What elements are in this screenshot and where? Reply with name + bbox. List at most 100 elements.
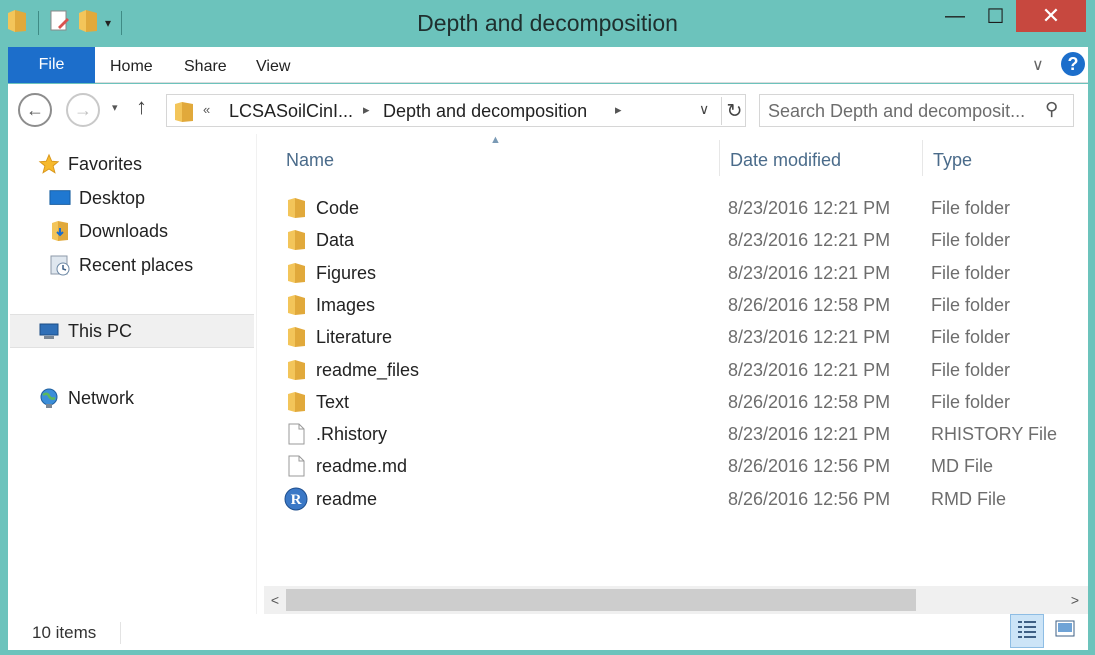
file-name: Text xyxy=(316,391,350,412)
sidebar-item-recent-places[interactable]: Recent places xyxy=(49,251,193,279)
search-input[interactable] xyxy=(768,99,1038,123)
file-date-modified: 8/26/2016 12:56 PM xyxy=(728,456,891,477)
folder-icon xyxy=(284,228,308,252)
file-date-modified: 8/23/2016 12:21 PM xyxy=(728,230,891,251)
large-icons-view-button[interactable] xyxy=(1048,614,1082,648)
large-icons-view-icon xyxy=(1054,619,1076,644)
file-type: File folder xyxy=(931,198,1011,218)
file-name: Data xyxy=(316,230,355,251)
refresh-button[interactable]: ↻ xyxy=(721,97,747,125)
sidebar-item-label: Network xyxy=(68,387,135,408)
pane-divider[interactable] xyxy=(256,134,257,614)
ribbon-tabs: File Home Share View ∨ ? xyxy=(8,47,1088,83)
file-row[interactable]: Figures 8/23/2016 12:21 PM File folder xyxy=(284,257,1084,289)
sidebar-item-downloads[interactable]: Downloads xyxy=(49,217,168,245)
sidebar-item-this-pc[interactable]: This PC xyxy=(10,314,254,348)
navigation-bar: ← → ▾ ↑ « LCSASoilCinI... ▸ Depth and de… xyxy=(8,84,1088,134)
navigation-pane: Favorites Desktop Downloads Recent place… xyxy=(8,134,256,614)
downloads-icon xyxy=(49,220,71,242)
search-icon[interactable]: ⚲ xyxy=(1045,99,1058,120)
scroll-left-button[interactable]: < xyxy=(264,586,286,614)
breadcrumb-separator[interactable]: ▸ xyxy=(615,102,622,118)
file-row[interactable]: Code 8/23/2016 12:21 PM File folder xyxy=(284,192,1084,224)
tab-home[interactable]: Home xyxy=(110,58,153,76)
help-icon[interactable]: ? xyxy=(1061,52,1085,76)
file-type: MD File xyxy=(931,456,993,477)
file-date-modified: 8/26/2016 12:58 PM xyxy=(728,294,891,315)
file-row[interactable]: Data 8/23/2016 12:21 PM File folder xyxy=(284,224,1084,256)
address-dropdown-button[interactable]: ∨ xyxy=(699,101,709,118)
forward-button[interactable]: → xyxy=(66,93,100,127)
file-date-modified: 8/23/2016 12:21 PM xyxy=(728,262,891,283)
file-list: ▲ Name Date modified Type Code 8/23/2016 … xyxy=(264,134,1088,584)
file-type: File folder xyxy=(931,262,1011,283)
file-name: Literature xyxy=(316,327,393,348)
sidebar-item-label: This PC xyxy=(68,320,133,341)
file-row[interactable]: readme_files 8/23/2016 12:21 PM File folde… xyxy=(284,354,1084,386)
horizontal-scrollbar[interactable]: < > xyxy=(264,586,1088,614)
file-name: Code xyxy=(316,198,360,218)
tab-view[interactable]: View xyxy=(256,58,290,76)
file-row[interactable]: .Rhistory 8/23/2016 12:21 PM RHISTORY File xyxy=(284,418,1084,450)
file-date-modified: 8/23/2016 12:21 PM xyxy=(728,424,891,445)
content-area: Favorites Desktop Downloads Recent place… xyxy=(8,134,1088,614)
folder-icon xyxy=(284,390,308,414)
recent-locations-button[interactable]: ▾ xyxy=(112,101,118,114)
column-divider[interactable] xyxy=(719,140,720,176)
file-icon xyxy=(284,454,308,478)
file-row[interactable]: Images 8/26/2016 12:58 PM File folder xyxy=(284,289,1084,321)
sidebar-item-label: Recent places xyxy=(79,254,194,275)
search-box[interactable]: ⚲ xyxy=(759,94,1074,127)
file-type: File folder xyxy=(931,327,1011,348)
sidebar-item-network[interactable]: Network xyxy=(38,384,134,412)
file-row[interactable]: Text 8/26/2016 12:58 PM File folder xyxy=(284,386,1084,418)
scroll-right-button[interactable]: > xyxy=(1064,586,1086,614)
column-header-date-modified[interactable]: Date modified xyxy=(730,150,841,171)
file-date-modified: 8/26/2016 12:58 PM xyxy=(728,391,891,412)
file-type: File folder xyxy=(931,294,1011,315)
scrollbar-thumb[interactable] xyxy=(286,589,916,611)
details-view-button[interactable] xyxy=(1010,614,1044,648)
file-name: Figures xyxy=(316,262,377,283)
folder-icon xyxy=(284,325,308,349)
column-header-name[interactable]: Name xyxy=(286,150,334,171)
file-row[interactable]: Rreadme 8/26/2016 12:56 PM RMD File xyxy=(284,483,1084,515)
status-divider xyxy=(120,622,121,644)
breadcrumb-parent[interactable]: LCSASoilCinI... xyxy=(229,101,353,122)
file-name: readme xyxy=(316,488,378,509)
details-view-icon xyxy=(1016,619,1038,644)
file-date-modified: 8/23/2016 12:21 PM xyxy=(728,198,891,218)
sidebar-item-desktop[interactable]: Desktop xyxy=(49,184,145,212)
close-button[interactable]: ✕ xyxy=(1016,0,1086,32)
maximize-button[interactable]: ☐ xyxy=(973,0,1018,32)
address-bar[interactable]: « LCSASoilCinI... ▸ Depth and decomposit… xyxy=(166,94,746,127)
file-row[interactable]: Literature 8/23/2016 12:21 PM File folder xyxy=(284,321,1084,353)
tab-share[interactable]: Share xyxy=(184,58,227,76)
file-type: RHISTORY File xyxy=(931,424,1058,445)
sidebar-item-favorites[interactable]: Favorites xyxy=(38,150,142,178)
file-type: File folder xyxy=(931,230,1011,251)
desktop-icon xyxy=(49,187,71,209)
file-type: File folder xyxy=(931,391,1011,412)
file-date-modified: 8/23/2016 12:21 PM xyxy=(728,327,891,348)
file-name: readme.md xyxy=(316,456,408,477)
recent-places-icon xyxy=(49,254,71,276)
breadcrumb-current[interactable]: Depth and decomposition xyxy=(383,101,587,122)
column-header-type[interactable]: Type xyxy=(933,150,972,171)
file-date-modified: 8/23/2016 12:21 PM xyxy=(728,359,891,380)
breadcrumb-separator[interactable]: ▸ xyxy=(363,102,370,118)
file-row[interactable]: readme.md 8/26/2016 12:56 PM MD File xyxy=(284,450,1084,482)
file-name: readme_files xyxy=(316,359,420,380)
folder-icon xyxy=(284,196,308,220)
star-icon xyxy=(38,153,60,175)
folder-icon xyxy=(284,293,308,317)
folder-icon xyxy=(284,261,308,285)
status-bar: 10 items xyxy=(8,614,1088,650)
tab-file[interactable]: File xyxy=(8,47,95,83)
file-type: File folder xyxy=(931,359,1011,380)
back-button[interactable]: ← xyxy=(18,93,52,127)
path-overflow-button[interactable]: « xyxy=(203,102,210,117)
up-button[interactable]: ↑ xyxy=(136,94,147,120)
column-divider[interactable] xyxy=(922,140,923,176)
expand-ribbon-icon[interactable]: ∨ xyxy=(1032,55,1044,75)
